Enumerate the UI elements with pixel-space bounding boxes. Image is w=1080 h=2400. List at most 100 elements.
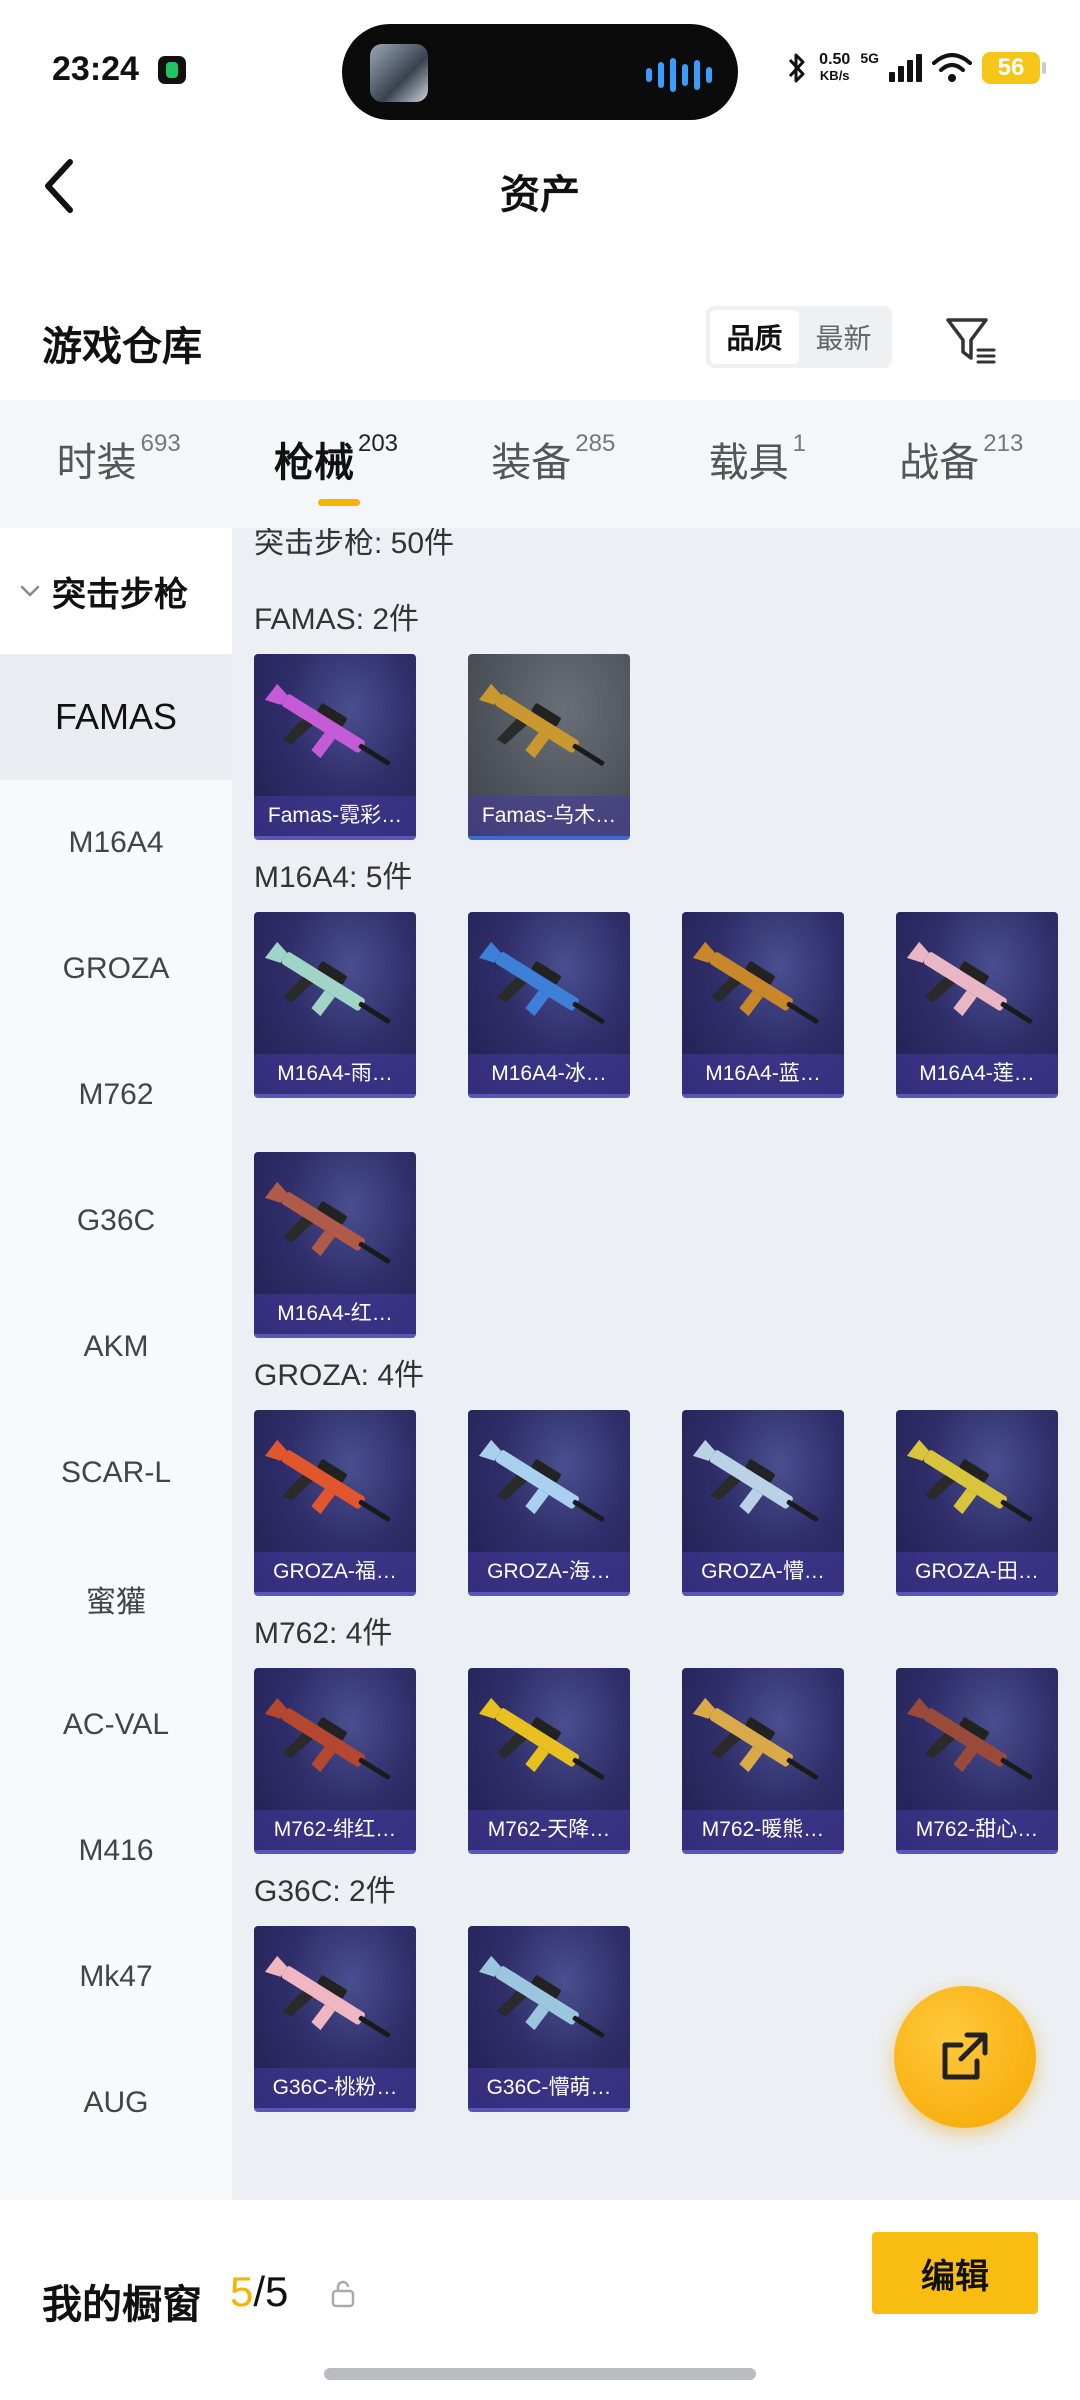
- media-thumbnail: [370, 44, 428, 102]
- skin-grid: Famas-霓彩… Famas-乌木…: [254, 654, 1064, 840]
- sidebar-item-g36c[interactable]: G36C: [0, 1158, 232, 1284]
- filter-icon[interactable]: [942, 312, 998, 368]
- tab-label: 时装: [56, 441, 137, 485]
- section-header: M16A4: 5件: [254, 861, 413, 894]
- tab-firearms[interactable]: 枪械 203: [274, 430, 399, 506]
- section-header: FAMAS: 2件: [254, 603, 420, 636]
- edit-button[interactable]: 编辑: [872, 2232, 1038, 2314]
- sidebar-item-m762[interactable]: M762: [0, 1032, 232, 1158]
- weapon-skin-image: [906, 941, 1033, 1024]
- skin-card[interactable]: GROZA-懵…: [682, 1410, 844, 1596]
- skin-card[interactable]: Famas-乌木…: [468, 654, 630, 840]
- weapon-content[interactable]: 突击步枪: 50件 FAMAS: 2件 Famas-霓彩… Famas-乌木… M16…: [232, 528, 1080, 2200]
- skin-name: GROZA-海…: [468, 1552, 630, 1592]
- tab-count: 203: [357, 430, 399, 457]
- skin-card[interactable]: Famas-霓彩…: [254, 654, 416, 840]
- sidebar-item-mk47[interactable]: Mk47: [0, 1914, 232, 2040]
- tab-equipment[interactable]: 装备 285: [491, 430, 615, 498]
- skin-card[interactable]: M16A4-莲…: [896, 912, 1058, 1098]
- weapon-skin-image: [906, 1439, 1033, 1522]
- section-header: M762: 4件: [254, 1617, 393, 1650]
- sidebar-item-aug[interactable]: AUG: [0, 2040, 232, 2166]
- skin-card[interactable]: M16A4-红…: [254, 1152, 416, 1338]
- skin-name: M762-绯红…: [254, 1810, 416, 1850]
- dynamic-island[interactable]: [342, 24, 738, 120]
- sidebar-item-scar-l[interactable]: SCAR-L: [0, 1410, 232, 1536]
- showcase-count: 5/5: [230, 2268, 288, 2316]
- warehouse-header: 游戏仓库 品质 最新: [0, 290, 1080, 390]
- skin-name: G36C-桃粉…: [254, 2068, 416, 2108]
- section-title: 游戏仓库: [42, 325, 202, 369]
- net-speed: 0.50 KB/s: [819, 51, 851, 84]
- tab-label: 战备: [899, 441, 980, 485]
- tab-count: 693: [140, 430, 181, 457]
- weapon-sidebar: 突击步枪 FAMAS M16A4 GROZA M762 G36C AKM SCAR-L 蜜獾 A…: [0, 528, 232, 2200]
- tab-count: 213: [983, 430, 1024, 457]
- tab-vehicles[interactable]: 载具 1: [709, 430, 806, 498]
- clock: 23:24: [52, 50, 139, 88]
- skin-name: M16A4-蓝…: [682, 1054, 844, 1094]
- weapon-skin-image: [478, 1439, 605, 1522]
- skin-card[interactable]: GROZA-田…: [896, 1410, 1058, 1596]
- weapon-skin-image: [264, 1697, 391, 1780]
- skin-name: Famas-乌木…: [468, 796, 630, 836]
- skin-card[interactable]: M762-暖熊…: [682, 1668, 844, 1854]
- weapon-skin-image: [478, 941, 605, 1024]
- battery-indicator: 56: [982, 52, 1046, 84]
- network-type: 5G: [860, 50, 879, 66]
- weapon-skin-image: [264, 1955, 391, 2038]
- skin-card[interactable]: M16A4-蓝…: [682, 912, 844, 1098]
- weapon-skin-image: [478, 683, 605, 766]
- skin-name: M762-天降…: [468, 1810, 630, 1850]
- home-indicator[interactable]: [324, 2368, 756, 2380]
- section-header: G36C: 2件: [254, 1875, 396, 1908]
- weapon-skin-image: [478, 1955, 605, 2038]
- showcase-label: 我的橱窗: [42, 2283, 202, 2327]
- sort-option-newest[interactable]: 最新: [799, 310, 888, 364]
- bluetooth-icon: [789, 53, 805, 83]
- share-external-icon: [942, 2032, 988, 2080]
- status-icons: 0.50 KB/s 5G 56: [785, 50, 1046, 86]
- weapon-skin-image: [264, 683, 391, 766]
- skin-card[interactable]: GROZA-海…: [468, 1410, 630, 1596]
- audio-wave-icon: [646, 58, 712, 92]
- skin-card[interactable]: GROZA-福…: [254, 1410, 416, 1596]
- tab-label: 载具: [708, 441, 789, 485]
- skin-grid: GROZA-福… GROZA-海… GROZA-懵… GROZA-田…: [254, 1410, 1064, 1596]
- sidebar-group-assault-rifles[interactable]: 突击步枪: [0, 528, 232, 654]
- sidebar-item-famas[interactable]: FAMAS: [0, 654, 232, 780]
- tab-fashion[interactable]: 时装 693: [57, 430, 181, 498]
- skin-grid: M16A4-雨… M16A4-冰… M16A4-蓝… M16A4-莲… M16A4-红…: [254, 912, 1064, 1338]
- skin-grid: M762-绯红… M762-天降… M762-暖熊… M762-甜心…: [254, 1668, 1064, 1854]
- skin-card[interactable]: M762-绯红…: [254, 1668, 416, 1854]
- tab-battle-gear[interactable]: 战备 213: [899, 430, 1023, 498]
- skin-card[interactable]: G36C-懵萌…: [468, 1926, 630, 2112]
- skin-name: GROZA-懵…: [682, 1552, 844, 1592]
- skin-card[interactable]: M16A4-雨…: [254, 912, 416, 1098]
- sidebar-item-groza[interactable]: GROZA: [0, 906, 232, 1032]
- wifi-icon: [932, 53, 972, 82]
- weapon-skin-image: [264, 1181, 391, 1264]
- sidebar-item-akm[interactable]: AKM: [0, 1284, 232, 1410]
- sort-toggle: 品质 最新: [706, 306, 892, 368]
- page-title: 资产: [500, 173, 580, 217]
- bottom-bar: 我的橱窗 5/5 编辑: [0, 2200, 1080, 2400]
- share-button[interactable]: [894, 1986, 1036, 2128]
- sort-option-quality[interactable]: 品质: [710, 310, 799, 364]
- chevron-down-icon: [20, 585, 40, 597]
- sidebar-item-m16a4[interactable]: M16A4: [0, 780, 232, 906]
- sidebar-item-honey-badger[interactable]: 蜜獾: [0, 1536, 232, 1662]
- sidebar-item-m416[interactable]: M416: [0, 1788, 232, 1914]
- skin-card[interactable]: M762-甜心…: [896, 1668, 1058, 1854]
- skin-card[interactable]: G36C-桃粉…: [254, 1926, 416, 2112]
- section-header: GROZA: 4件: [254, 1359, 425, 1392]
- tab-count: 1: [792, 430, 806, 457]
- skin-card[interactable]: M16A4-冰…: [468, 912, 630, 1098]
- weapon-skin-image: [478, 1697, 605, 1780]
- skin-name: M16A4-冰…: [468, 1054, 630, 1094]
- skin-name: M762-暖熊…: [682, 1810, 844, 1850]
- weapon-skin-image: [692, 941, 819, 1024]
- skin-name: G36C-懵萌…: [468, 2068, 630, 2108]
- sidebar-item-ac-val[interactable]: AC-VAL: [0, 1662, 232, 1788]
- skin-card[interactable]: M762-天降…: [468, 1668, 630, 1854]
